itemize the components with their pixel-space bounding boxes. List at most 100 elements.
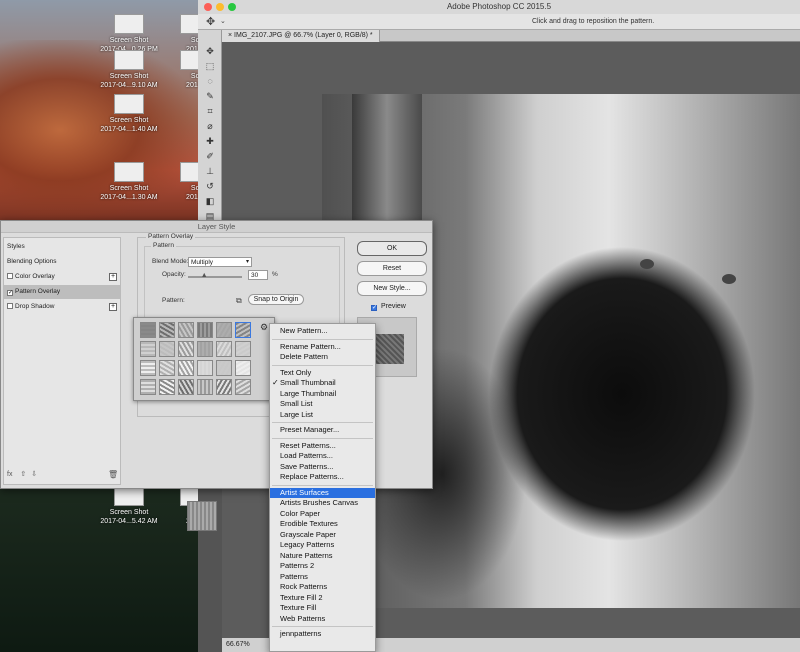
- pattern-overlay-item[interactable]: ✓ Pattern Overlay: [4, 285, 120, 299]
- move-up-icon[interactable]: ⇧: [20, 471, 26, 478]
- menu-item[interactable]: Artists Brushes Canvas: [270, 498, 375, 509]
- move-tool-icon[interactable]: ✥: [206, 15, 215, 28]
- pattern-thumbnail[interactable]: [140, 360, 156, 376]
- add-drop-shadow-icon[interactable]: +: [109, 303, 117, 311]
- menu-item[interactable]: Save Patterns...: [270, 462, 375, 473]
- drop-shadow-checkbox[interactable]: [7, 303, 13, 309]
- menu-item[interactable]: Rock Patterns: [270, 582, 375, 593]
- pattern-swatch[interactable]: [187, 501, 217, 531]
- menu-item[interactable]: Reset Patterns...: [270, 441, 375, 452]
- opacity-slider[interactable]: ▲: [188, 272, 242, 279]
- desktop-file-icon[interactable]: Screen Shot 2017-04...1.40 AM: [94, 94, 164, 134]
- pattern-thumbnail[interactable]: [159, 322, 175, 338]
- menu-item[interactable]: Preset Manager...: [270, 425, 375, 436]
- pattern-thumbnail[interactable]: [235, 322, 251, 338]
- pattern-thumbnail[interactable]: [159, 341, 175, 357]
- pattern-thumbnail[interactable]: [159, 360, 175, 376]
- new-style-button[interactable]: New Style...: [357, 281, 427, 296]
- pattern-thumbnail[interactable]: [235, 341, 251, 357]
- menu-item[interactable]: Small List: [270, 399, 375, 410]
- menu-item[interactable]: Web Patterns: [270, 614, 375, 625]
- color-overlay-item[interactable]: Color Overlay +: [4, 270, 120, 284]
- pattern-thumbnail[interactable]: [178, 322, 194, 338]
- pattern-thumbnail[interactable]: [197, 360, 213, 376]
- lasso-tool-icon[interactable]: ◌: [204, 76, 216, 86]
- pattern-thumbnail[interactable]: [216, 360, 232, 376]
- menu-item[interactable]: Load Patterns...: [270, 451, 375, 462]
- pattern-thumbnail[interactable]: [197, 322, 213, 338]
- move-down-icon[interactable]: ⇩: [31, 471, 37, 478]
- minimize-button[interactable]: [216, 3, 224, 11]
- desktop-file-icon[interactable]: Screen Shot 2017-04...9.10 AM: [94, 50, 164, 90]
- color-overlay-checkbox[interactable]: [7, 273, 13, 279]
- new-preset-icon[interactable]: ⧉: [236, 296, 242, 306]
- desktop-file-icon[interactable]: Screen Shot2017-04...0.26 PM: [94, 14, 164, 54]
- pattern-thumbnail[interactable]: [140, 341, 156, 357]
- menu-item[interactable]: ✓ Small Thumbnail: [270, 378, 375, 389]
- blend-mode-select[interactable]: Multiply ▾: [188, 257, 252, 267]
- healing-brush-icon[interactable]: ✚: [204, 136, 216, 146]
- pattern-thumbnail[interactable]: [178, 341, 194, 357]
- menu-item[interactable]: Delete Pattern: [270, 352, 375, 363]
- chevron-down-icon[interactable]: ⌄: [220, 17, 226, 25]
- zoom-button[interactable]: [228, 3, 236, 11]
- pattern-thumbnail[interactable]: [216, 322, 232, 338]
- pattern-thumbnail[interactable]: [140, 379, 156, 395]
- pattern-thumbnail[interactable]: [235, 379, 251, 395]
- menu-item[interactable]: New Pattern...: [270, 326, 375, 337]
- close-button[interactable]: [204, 3, 212, 11]
- trash-icon[interactable]: 🗑: [108, 470, 118, 479]
- pattern-thumbnail[interactable]: [159, 379, 175, 395]
- pattern-thumbnail[interactable]: [235, 360, 251, 376]
- opacity-input[interactable]: 30: [248, 270, 268, 280]
- blending-options-item[interactable]: Blending Options: [4, 255, 120, 269]
- move-tool-icon[interactable]: ✥: [204, 46, 216, 56]
- menu-item[interactable]: Artist Surfaces: [270, 487, 375, 498]
- menu-item[interactable]: Patterns 2: [270, 561, 375, 572]
- pattern-thumbnail[interactable]: [197, 341, 213, 357]
- slider-thumb[interactable]: ▲: [201, 272, 208, 279]
- menu-item[interactable]: Nature Patterns: [270, 551, 375, 562]
- document-tab[interactable]: × IMG_2107.JPG @ 66.7% (Layer 0, RGB/8) …: [222, 30, 380, 42]
- menu-item[interactable]: Texture Fill 2: [270, 593, 375, 604]
- menu-item[interactable]: Texture Fill: [270, 603, 375, 614]
- pattern-thumbnail[interactable]: [140, 322, 156, 338]
- menu-item[interactable]: Text Only: [270, 368, 375, 379]
- desktop-file-icon[interactable]: Screen Shot 2017-04...5.42 AM: [94, 486, 164, 526]
- history-brush-icon[interactable]: ↺: [204, 181, 216, 191]
- preview-checkbox[interactable]: ✓: [371, 305, 377, 311]
- pattern-thumbnail[interactable]: [216, 379, 232, 395]
- crop-tool-icon[interactable]: ⌗: [204, 106, 216, 116]
- menu-item[interactable]: Erodible Textures: [270, 519, 375, 530]
- ok-button[interactable]: OK: [357, 241, 427, 256]
- menu-item[interactable]: Replace Patterns...: [270, 472, 375, 483]
- add-color-overlay-icon[interactable]: +: [109, 273, 117, 281]
- preview-toggle[interactable]: ✓ Preview: [371, 303, 406, 311]
- quick-select-icon[interactable]: ✎: [204, 91, 216, 101]
- menu-item[interactable]: Color Paper: [270, 509, 375, 520]
- pattern-thumbnail[interactable]: [216, 341, 232, 357]
- clone-stamp-icon[interactable]: ⊥: [204, 166, 216, 176]
- snap-to-origin-button[interactable]: Snap to Origin: [248, 294, 304, 305]
- menu-item[interactable]: Large List: [270, 410, 375, 421]
- pattern-thumbnail[interactable]: [197, 379, 213, 395]
- styles-item[interactable]: Styles: [4, 240, 120, 254]
- brush-tool-icon[interactable]: ✐: [204, 151, 216, 161]
- menu-item[interactable]: Large Thumbnail: [270, 389, 375, 400]
- menu-item[interactable]: Patterns: [270, 572, 375, 583]
- reset-button[interactable]: Reset: [357, 261, 427, 276]
- pattern-thumbnail[interactable]: [178, 360, 194, 376]
- desktop-file-icon[interactable]: Screen Shot 2017-04...1.30 AM: [94, 162, 164, 202]
- menu-item[interactable]: Grayscale Paper: [270, 530, 375, 541]
- eyedropper-icon[interactable]: ⌀: [204, 121, 216, 131]
- drop-shadow-item[interactable]: Drop Shadow +: [4, 300, 120, 314]
- eraser-tool-icon[interactable]: ◧: [204, 196, 216, 206]
- menu-item[interactable]: Rename Pattern...: [270, 342, 375, 353]
- zoom-level[interactable]: 66.67%: [226, 641, 250, 648]
- pattern-overlay-checkbox[interactable]: ✓: [7, 290, 13, 296]
- menu-item[interactable]: Legacy Patterns: [270, 540, 375, 551]
- menu-item[interactable]: jennpatterns: [270, 629, 375, 640]
- pattern-thumbnail[interactable]: [178, 379, 194, 395]
- marquee-tool-icon[interactable]: ⬚: [204, 61, 216, 71]
- fx-icon[interactable]: fx: [7, 471, 12, 478]
